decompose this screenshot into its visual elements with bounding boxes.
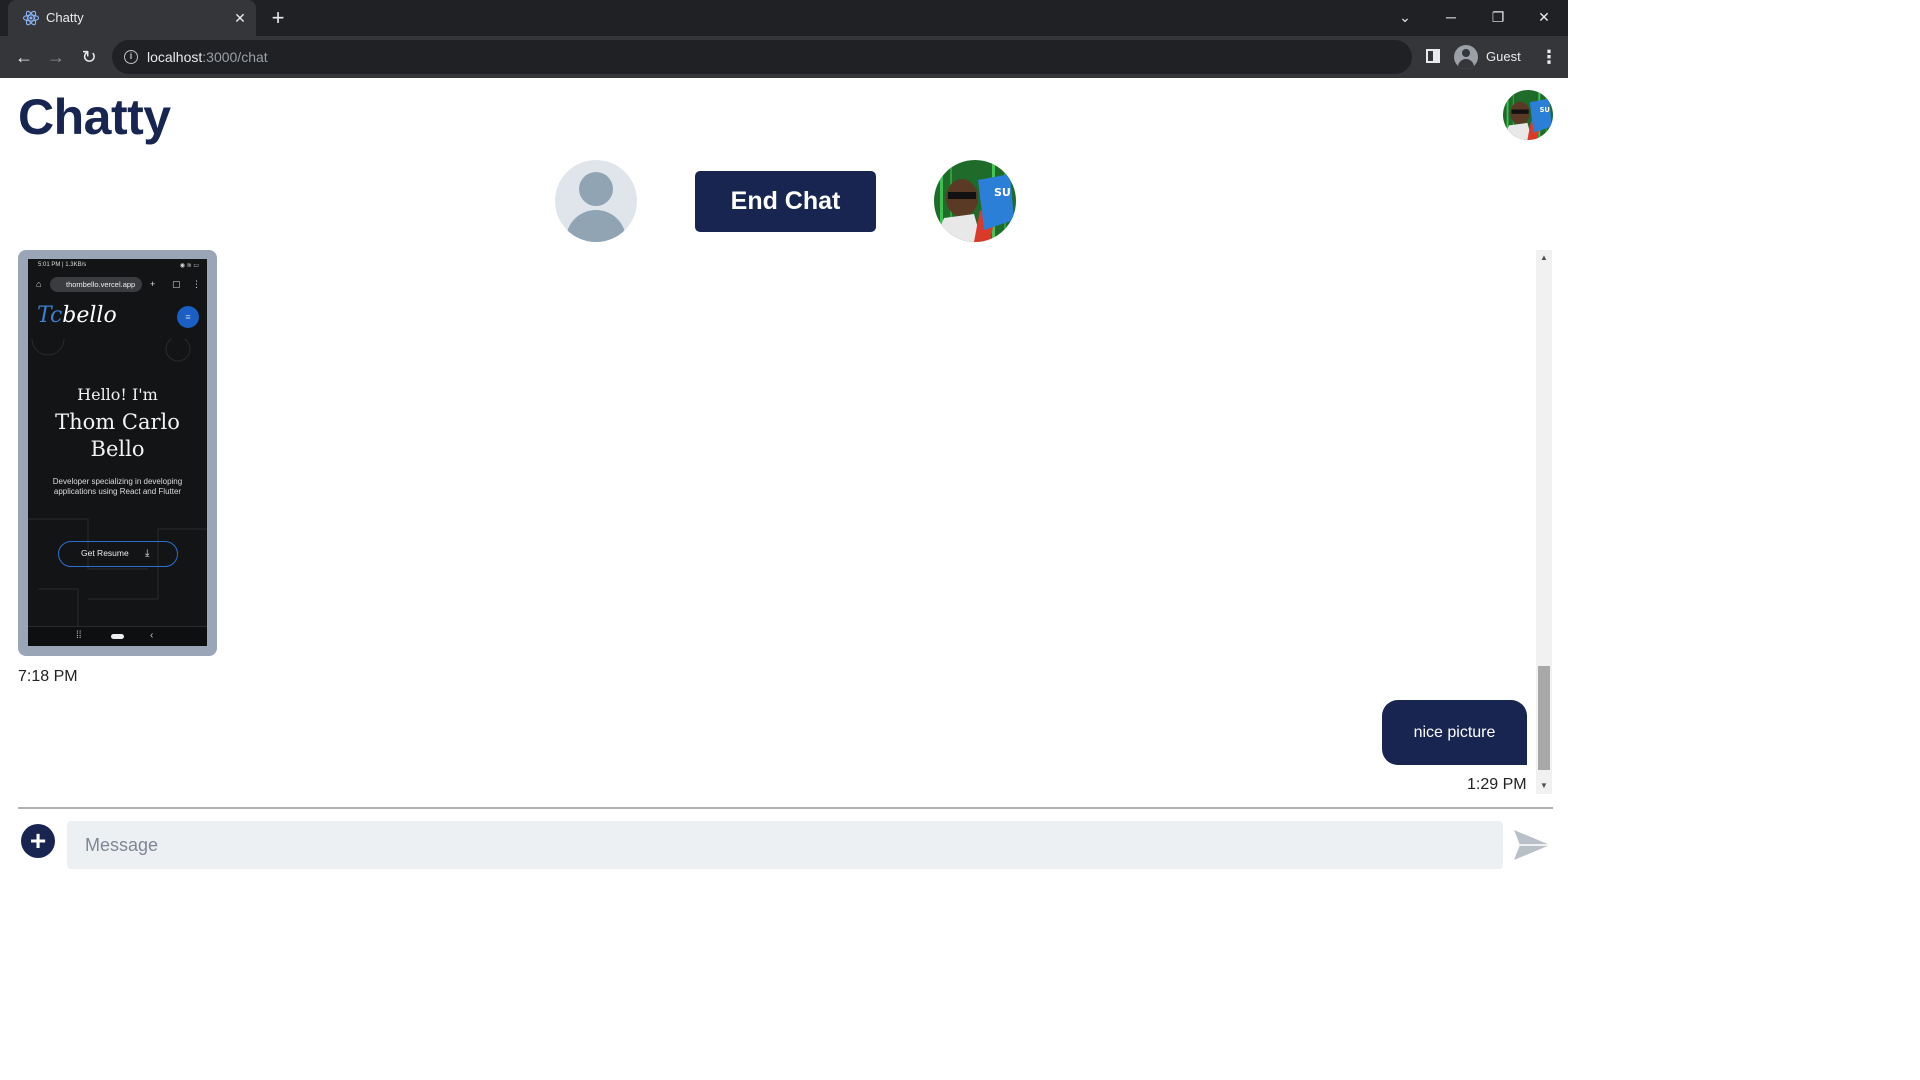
scroll-up-arrow-icon[interactable]: ▲ — [1536, 250, 1552, 266]
add-attachment-button[interactable]: + — [21, 824, 55, 858]
svg-text:SU: SU — [994, 186, 1011, 199]
home-pill-icon — [111, 634, 124, 639]
site-info-icon[interactable]: i — [124, 50, 138, 64]
composer-divider — [18, 807, 1553, 809]
plus-icon: + — [150, 279, 156, 289]
tab-search-icon[interactable]: ⌄ — [1390, 6, 1420, 28]
message-timestamp: 1:29 PM — [1467, 776, 1527, 793]
send-icon[interactable] — [1512, 828, 1552, 862]
react-icon — [22, 10, 40, 26]
message-timestamp: 7:18 PM — [18, 668, 78, 685]
browser-tab[interactable]: Chatty ✕ — [8, 0, 256, 36]
scrollbar-thumb[interactable] — [1538, 666, 1550, 770]
user-avatar-image: SU — [1503, 90, 1553, 140]
tab-title: Chatty — [46, 10, 84, 25]
phone-nav-bar: ⁞⁞ ‹ — [28, 626, 207, 646]
url-host: localhost — [147, 49, 203, 65]
phone-url: thombello.vercel.app — [50, 277, 142, 292]
site-resume-label: Get Resume — [81, 548, 129, 558]
minimize-icon[interactable]: ─ — [1436, 6, 1466, 28]
menu-dots-icon: ⋮ — [192, 279, 201, 289]
phone-status-bar: 5:01 PM | 1.3KB/s ◉ ≋ ▭ — [28, 259, 207, 273]
image-message[interactable]: 5:01 PM | 1.3KB/s ◉ ≋ ▭ ⌂ thombello.verc… — [18, 250, 217, 656]
profile-avatar-icon[interactable] — [1454, 45, 1478, 69]
recent-apps-icon: ⁞⁞ — [76, 630, 82, 641]
url-path: :3000/chat — [202, 49, 268, 65]
user-avatar[interactable]: SU — [1503, 90, 1553, 140]
close-tab-icon[interactable]: ✕ — [230, 8, 250, 28]
message-list-scrollbar[interactable]: ▲ ▼ — [1536, 250, 1552, 794]
app-title: Chatty — [18, 89, 171, 145]
tabs-icon: ▢ — [172, 279, 181, 289]
side-panel-icon[interactable] — [1426, 49, 1440, 63]
peer-avatar — [555, 160, 637, 242]
shared-screenshot-image: 5:01 PM | 1.3KB/s ◉ ≋ ▭ ⌂ thombello.verc… — [28, 259, 207, 646]
site-logo-prefix: Tc — [37, 303, 63, 328]
download-icon: ⤓ — [145, 548, 150, 559]
hamburger-menu-icon: ≡ — [177, 306, 199, 328]
phone-status-icons: ◉ ≋ ▭ — [179, 263, 199, 269]
site-resume-button: Get Resume ⤓ — [58, 541, 178, 567]
browser-tab-strip: Chatty ✕ + ⌄ ─ ❐ ✕ — [0, 0, 1568, 36]
message-list[interactable]: 5:01 PM | 1.3KB/s ◉ ≋ ▭ ⌂ thombello.verc… — [0, 250, 1552, 800]
back-icon[interactable]: ← — [11, 44, 37, 70]
reload-icon[interactable]: ↻ — [76, 44, 102, 70]
new-tab-icon[interactable]: + — [266, 6, 290, 30]
scroll-down-arrow-icon[interactable]: ▼ — [1536, 778, 1552, 794]
site-greeting: Hello! I'm — [77, 385, 158, 404]
end-chat-button[interactable]: End Chat — [695, 171, 876, 232]
address-bar[interactable]: i localhost:3000/chat — [112, 40, 1412, 74]
forward-icon[interactable]: → — [43, 44, 69, 70]
site-owner-name: Thom Carlo Bello — [55, 410, 180, 461]
person-placeholder-body — [566, 210, 626, 242]
self-avatar-image: SU — [934, 160, 1016, 242]
svg-text:SU: SU — [1540, 106, 1550, 114]
self-avatar: SU — [934, 160, 1016, 242]
back-arrow-icon: ‹ — [150, 630, 154, 641]
browser-toolbar: ← → ↻ i localhost:3000/chat Guest ⋮ — [0, 36, 1568, 78]
window-close-icon[interactable]: ✕ — [1529, 6, 1559, 28]
message-input[interactable] — [67, 821, 1503, 869]
sent-message-bubble[interactable]: nice picture — [1382, 700, 1527, 765]
browser-menu-icon[interactable]: ⋮ — [1540, 45, 1558, 69]
restore-icon[interactable]: ❐ — [1483, 6, 1513, 28]
phone-url-bar: ⌂ thombello.vercel.app + ▢ ⋮ — [28, 275, 207, 295]
site-logo: Tcbello — [37, 303, 117, 328]
chat-page: Chatty SU End Chat SU 5:01 PM | 1.3KB/s … — [0, 78, 1568, 882]
site-logo-suffix: bello — [62, 303, 117, 328]
person-placeholder-icon — [579, 172, 613, 206]
site-description: Developer specializing in developing app… — [52, 477, 183, 496]
url-text: localhost:3000/chat — [147, 49, 268, 65]
phone-status-time: 5:01 PM | 1.3KB/s — [38, 262, 87, 268]
home-icon: ⌂ — [36, 279, 42, 289]
profile-label[interactable]: Guest — [1486, 49, 1521, 64]
